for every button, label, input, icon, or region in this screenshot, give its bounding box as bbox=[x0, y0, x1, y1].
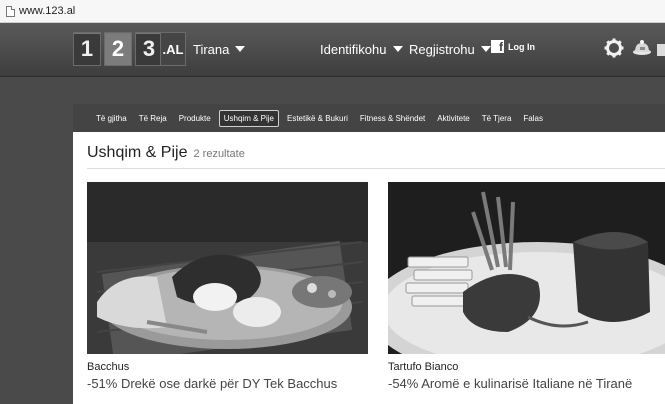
deal-venue[interactable]: Bacchus bbox=[87, 361, 368, 373]
category-nav: Të gjitha Të Reja Produkte Ushqim & Pije… bbox=[73, 104, 665, 132]
city-label: Tirana bbox=[193, 42, 230, 57]
logo-tld[interactable]: .AL bbox=[160, 32, 186, 66]
category-new[interactable]: Të Reja bbox=[135, 111, 171, 126]
result-count: 2 rezultate bbox=[193, 148, 245, 160]
site-logo[interactable]: 1 2 3 bbox=[73, 32, 163, 66]
content-panel: Të gjitha Të Reja Produkte Ushqim & Pije… bbox=[73, 104, 665, 404]
facebook-icon: f bbox=[491, 40, 504, 53]
deal-card[interactable]: Bacchus -51% Drekë ose darkë për DY Tek … bbox=[87, 182, 368, 391]
deal-venue[interactable]: Tartufo Bianco bbox=[388, 361, 665, 373]
chevron-down-icon bbox=[235, 46, 246, 52]
mail-icon[interactable] bbox=[657, 44, 665, 56]
register-dropdown[interactable]: Regjistrohu bbox=[409, 42, 491, 57]
divider bbox=[87, 168, 665, 169]
chevron-down-icon bbox=[392, 46, 403, 52]
category-food-drink[interactable]: Ushqim & Pije bbox=[218, 109, 279, 127]
city-selector[interactable]: Tirana bbox=[193, 42, 246, 57]
category-all[interactable]: Të gjitha bbox=[92, 111, 131, 126]
category-beauty[interactable]: Estetikë & Bukuri bbox=[283, 111, 352, 126]
page-title: Ushqim & Pije bbox=[87, 144, 188, 161]
logo-digit-1: 1 bbox=[73, 32, 101, 66]
deal-photo-tartufo-bianco[interactable] bbox=[388, 182, 665, 354]
browser-address-bar[interactable]: www.123.al bbox=[0, 0, 665, 23]
facebook-login-label: Log In bbox=[508, 41, 535, 52]
deal-card[interactable]: Tartufo Bianco -54% Aromë e kulinarisë I… bbox=[388, 182, 665, 391]
chevron-down-icon bbox=[480, 46, 491, 52]
category-fitness[interactable]: Fitness & Shëndet bbox=[356, 111, 429, 126]
register-label: Regjistrohu bbox=[409, 42, 475, 57]
url-text[interactable]: www.123.al bbox=[19, 5, 75, 17]
logo-digit-3: 3 bbox=[135, 32, 163, 66]
deal-photo-bacchus[interactable] bbox=[87, 182, 368, 354]
category-free[interactable]: Falas bbox=[519, 111, 547, 126]
login-label: Identifikohu bbox=[320, 42, 387, 57]
logo-digit-2: 2 bbox=[104, 32, 132, 66]
page-icon bbox=[6, 5, 15, 17]
gear-icon[interactable] bbox=[604, 38, 624, 58]
category-products[interactable]: Produkte bbox=[175, 111, 215, 126]
login-dropdown[interactable]: Identifikohu bbox=[320, 42, 403, 57]
category-other[interactable]: Të Tjera bbox=[478, 111, 516, 126]
site-header: 1 2 3 .AL Tirana Identifikohu Regjistroh… bbox=[0, 23, 665, 77]
facebook-login-button[interactable]: f Log In bbox=[491, 40, 535, 53]
category-activities[interactable]: Aktivitete bbox=[433, 111, 473, 126]
page-title-row: Ushqim & Pije 2 rezultate bbox=[87, 144, 245, 162]
deal-icon[interactable] bbox=[632, 38, 652, 60]
